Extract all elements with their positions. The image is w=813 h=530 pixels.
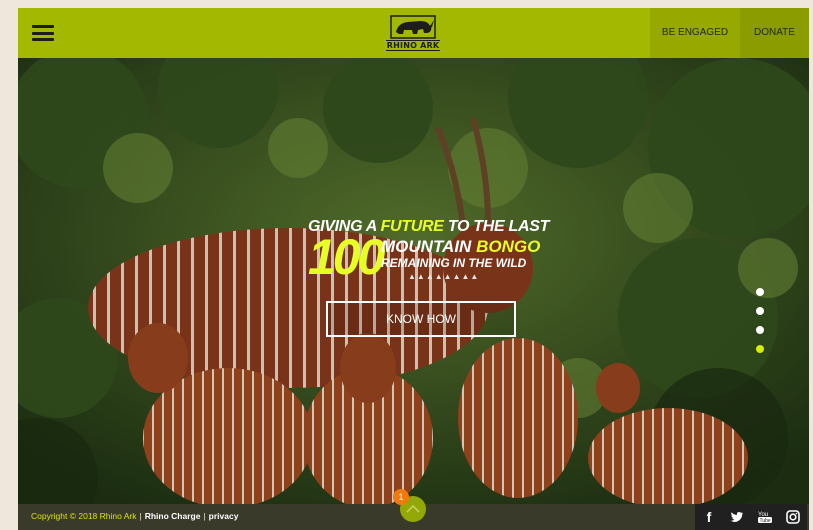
bongo-photo — [18, 58, 809, 504]
headline-number: 100 — [308, 229, 385, 285]
headline-line-1-post: TO THE LAST — [443, 218, 550, 235]
footer-separator: | — [203, 511, 206, 521]
slide-dot-4-active[interactable] — [756, 345, 764, 353]
copyright-text: Copyright © 2018 Rhino Ark — [31, 511, 137, 521]
logo-text: RHINO ARK — [386, 40, 440, 51]
rhino-icon — [390, 15, 436, 39]
notification-badge[interactable]: 1 — [393, 489, 409, 505]
slide-pagination — [756, 288, 766, 364]
bongo-silhouettes-icon: ▲▲▲▲▲▲▲▲ — [408, 272, 480, 281]
social-links: f You Tube — [695, 504, 807, 530]
footer-separator: | — [139, 511, 142, 521]
hero-banner: GIVING A FUTURE TO THE LAST 100 MOUNTAIN… — [18, 58, 809, 504]
youtube-icon[interactable]: You Tube — [751, 504, 779, 530]
rhino-charge-link[interactable]: Rhino Charge — [145, 511, 201, 521]
site-header: RHINO ARK BE ENGAGED DONATE — [18, 8, 809, 58]
twitter-icon[interactable] — [723, 504, 751, 530]
slide-dot-2[interactable] — [756, 307, 764, 315]
headline-highlight-future: FUTURE — [380, 218, 444, 235]
rhino-ark-logo[interactable]: RHINO ARK — [386, 14, 440, 54]
slide-dot-3[interactable] — [756, 326, 764, 334]
footer-text: Copyright © 2018 Rhino Ark | Rhino Charge |… — [31, 511, 238, 521]
hamburger-menu-icon[interactable] — [32, 25, 54, 41]
page-frame: RHINO ARK BE ENGAGED DONATE GIVING A FUT… — [18, 8, 809, 530]
chevron-up-icon — [406, 504, 420, 513]
nav-donate[interactable]: DONATE — [740, 8, 809, 58]
headline-line-2-pre: MOUNTAIN — [381, 237, 477, 256]
know-how-button[interactable]: KNOW HOW — [326, 301, 516, 337]
headline-line-2: MOUNTAIN BONGO — [381, 237, 540, 257]
headline-line-3: REMAINING IN THE WILD — [381, 256, 527, 270]
privacy-link[interactable]: privacy — [209, 511, 239, 521]
svg-text:Tube: Tube — [760, 518, 771, 524]
instagram-icon[interactable] — [779, 504, 807, 530]
facebook-icon[interactable]: f — [695, 504, 723, 530]
hero-headline: GIVING A FUTURE TO THE LAST 100 MOUNTAIN… — [308, 218, 550, 282]
slide-dot-1[interactable] — [756, 288, 764, 296]
headline-highlight-bongo: BONGO — [476, 237, 541, 256]
nav-be-engaged[interactable]: BE ENGAGED — [650, 8, 740, 58]
